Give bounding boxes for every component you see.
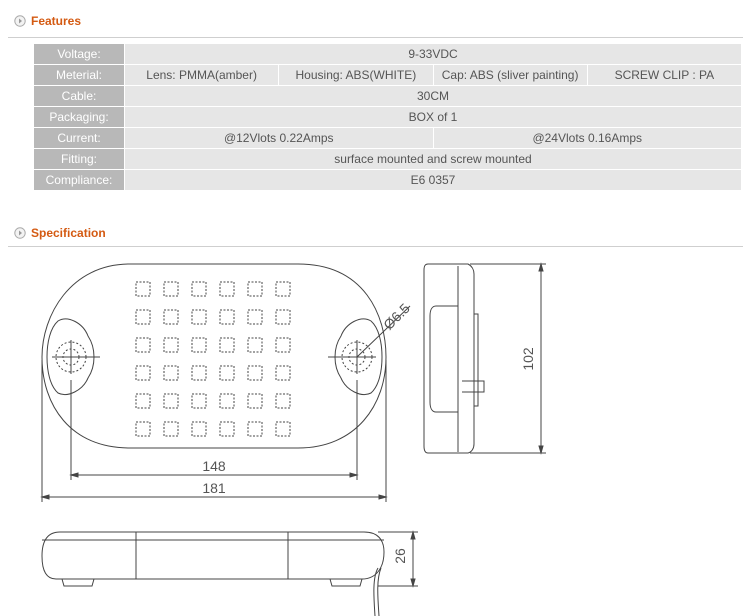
dimension-181-label: 181 (202, 480, 226, 496)
dimension-102-label: 102 (520, 347, 536, 371)
lamp-side-outline (423, 263, 475, 454)
bottom-cable (373, 567, 382, 616)
lamp-bottom-outline (41, 531, 385, 580)
hole-diameter-label: Ø6.5 (380, 300, 413, 333)
cable-stub (462, 380, 485, 393)
led-grid (135, 281, 291, 437)
dimension-26-label: 26 (392, 548, 408, 564)
technical-drawing: 148 181 102 26 Ø6.5 (40, 262, 546, 616)
dimension-148-label: 148 (202, 458, 226, 474)
